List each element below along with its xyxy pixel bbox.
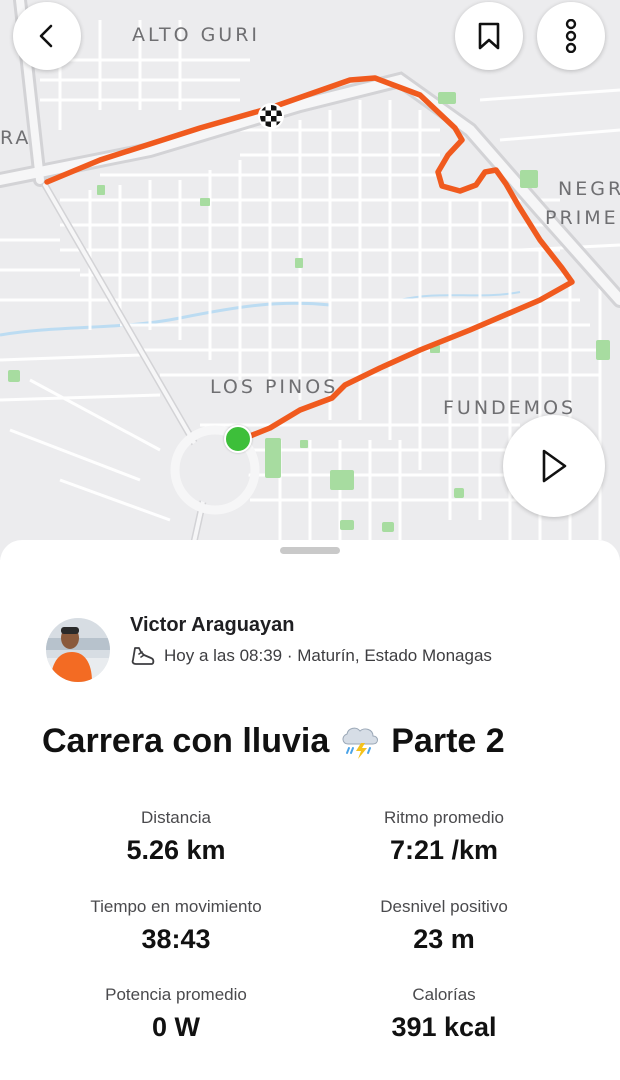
activity-sheet: Victor Araguayan Hoy a las 08:39 · Matur… <box>0 540 620 1080</box>
running-shoe-icon <box>131 647 155 665</box>
stat-distance: Distancia 5.26 km <box>56 808 296 865</box>
stat-value: 23 m <box>413 924 475 954</box>
map-label-prime: PRIME <box>545 207 619 229</box>
finish-flag-icon <box>258 103 284 129</box>
play-flyover-button[interactable] <box>503 415 605 517</box>
stat-label: Desnivel positivo <box>380 897 508 916</box>
bookmark-button[interactable] <box>455 2 523 70</box>
chevron-left-icon <box>39 24 53 48</box>
stat-value: 5.26 km <box>126 835 226 865</box>
athlete-name[interactable]: Victor Araguayan <box>130 614 295 637</box>
stat-value: 391 kcal <box>391 1012 497 1042</box>
map-label-alto-guri: ALTO GURI <box>132 24 261 46</box>
map-label-los-pinos: LOS PINOS <box>210 376 339 398</box>
stat-value: 7:21 /km <box>389 835 499 865</box>
stat-label: Distancia <box>141 808 211 827</box>
activity-title: Carrera con lluvia Parte 2 <box>42 722 505 761</box>
more-vertical-icon <box>565 19 577 53</box>
stat-calories: Calorías 391 kcal <box>324 985 564 1042</box>
start-marker <box>224 425 252 453</box>
stat-label: Calorías <box>412 985 476 1004</box>
activity-title-suffix: Parte 2 <box>391 722 505 760</box>
avatar[interactable] <box>46 618 110 682</box>
more-options-button[interactable] <box>537 2 605 70</box>
map-label-ra: RA <box>0 127 32 149</box>
rain-cloud-icon <box>342 727 379 759</box>
stat-value: 0 W <box>151 1012 200 1042</box>
bookmark-icon <box>478 22 500 50</box>
stat-average-power: Potencia promedio 0 W <box>56 985 296 1042</box>
stat-label: Tiempo en movimiento <box>90 897 262 916</box>
activity-title-text: Carrera con lluvia <box>42 722 330 760</box>
stat-average-pace: Ritmo promedio 7:21 /km <box>324 808 564 865</box>
stat-elevation-gain: Desnivel positivo 23 m <box>324 897 564 954</box>
play-icon <box>542 449 567 483</box>
map-label-negr: NEGR <box>558 178 620 200</box>
activity-meta: Hoy a las 08:39 · Maturín, Estado Monaga… <box>130 644 492 668</box>
stat-value: 38:43 <box>141 924 211 954</box>
drag-handle[interactable] <box>280 547 340 554</box>
stat-label: Potencia promedio <box>105 985 247 1004</box>
route-map[interactable]: ALTO GURI NEGR PRIME LOS PINOS FUNDEMOS … <box>0 0 620 560</box>
back-button[interactable] <box>13 2 81 70</box>
stat-moving-time: Tiempo en movimiento 38:43 <box>56 897 296 954</box>
stat-label: Ritmo promedio <box>384 808 504 827</box>
activity-date-location: Hoy a las 08:39 · Maturín, Estado Monaga… <box>164 646 492 665</box>
